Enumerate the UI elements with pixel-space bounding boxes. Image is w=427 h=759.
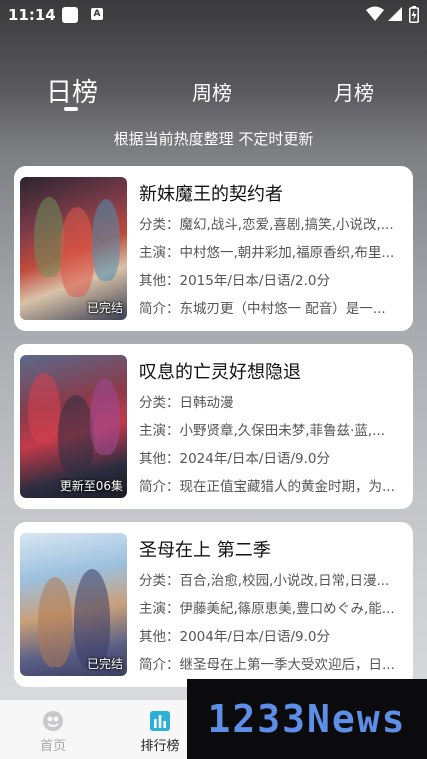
ranking-icon [150,711,170,731]
anime-other-info: 其他：2024年/日本/日语/9.0分 [139,451,330,467]
anime-card[interactable]: 已完结 新妹魔王的契约者 分类：魔幻,战斗,恋爱,喜剧,搞笑,小说改,... 主… [14,166,413,331]
cover-status-badge: 已完结 [86,657,123,671]
anime-card[interactable]: 更新至06集 叹息的亡灵好想隐退 分类：日韩动漫 主演：小野贤章,久保田未梦,菲… [14,344,413,509]
accessibility-notification-icon: A [91,8,103,20]
home-icon [43,711,63,731]
tab-monthly[interactable]: 月榜 [334,77,374,106]
active-tab-indicator [64,107,78,111]
cover-status-badge: 已完结 [86,301,123,315]
signal-icon [388,7,402,21]
anime-title: 新妹魔王的契约者 [139,184,283,205]
cover-image: 已完结 [20,177,127,320]
anime-cast: 主演：小野贤章,久保田未梦,菲鲁兹·蓝,... [139,423,386,439]
cover-image: 更新至06集 [20,355,127,498]
anime-other-info: 其他：2015年/日本/日语/2.0分 [139,273,330,289]
anime-genre: 分类：百合,治愈,校园,小说改,日常,日漫... [139,573,390,589]
anime-intro: 简介：现在正值宝藏猎人的黄金时期，为... [139,479,395,495]
anime-card[interactable]: 已完结 圣母在上 第二季 分类：百合,治愈,校园,小说改,日常,日漫... 主演… [14,522,413,687]
tab-daily[interactable]: 日榜 [46,72,98,109]
anime-genre: 分类：魔幻,战斗,恋爱,喜剧,搞笑,小说改,... [139,217,394,233]
anime-intro: 简介：继圣母在上第一季大受欢迎后，日... [139,657,395,673]
tab-weekly[interactable]: 周榜 [192,77,232,106]
anime-title: 叹息的亡灵好想隐退 [139,362,301,383]
status-bar: 11:14 A [0,0,427,30]
anime-genre: 分类：日韩动漫 [139,395,234,411]
nav-item-home[interactable]: 首页 [13,700,93,759]
nav-label-home: 首页 [39,739,66,754]
wifi-icon [366,6,384,21]
cover-status-badge: 更新至06集 [59,479,123,493]
anime-cast: 主演：伊藤美紀,篠原恵美,豊口めぐみ,能... [139,601,395,617]
status-time: 11:14 [8,6,56,24]
anime-intro: 简介：东城刃更（中村悠一 配音）是一... [139,301,386,317]
app-notification-icon [62,7,78,23]
cover-image: 已完结 [20,533,127,676]
rank-tabs: 日榜 周榜 月榜 [0,70,427,111]
anime-title: 圣母在上 第二季 [139,540,271,561]
battery-icon [409,6,419,23]
watermark: 1233News [187,679,427,759]
rank-subtitle: 根据当前热度整理 不定时更新 [113,130,314,148]
anime-cast: 主演：中村悠一,朝井彩加,福原香织,布里... [139,245,395,261]
anime-other-info: 其他：2004年/日本/日语/9.0分 [139,629,330,645]
